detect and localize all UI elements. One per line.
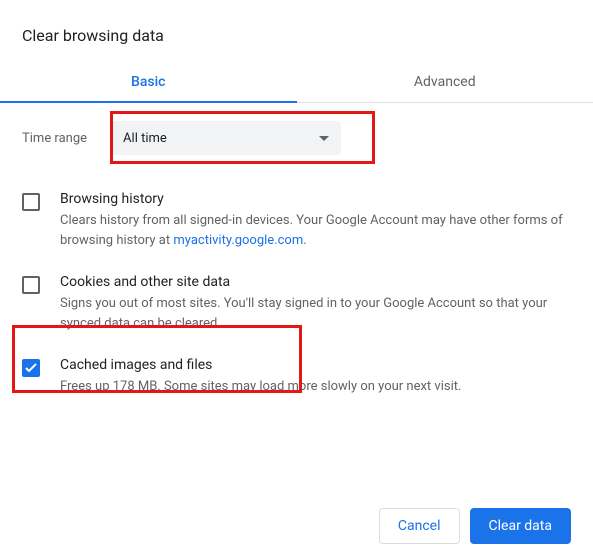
tab-basic[interactable]: Basic: [0, 61, 297, 102]
option-cache: Cached images and files Frees up 178 MB.…: [22, 347, 571, 411]
tab-advanced[interactable]: Advanced: [297, 61, 593, 102]
myactivity-link[interactable]: myactivity.google.com: [173, 233, 303, 248]
time-range-label: Time range: [22, 131, 87, 146]
tabs: Basic Advanced: [0, 61, 593, 103]
checkbox-browsing-history[interactable]: [22, 193, 40, 211]
clear-data-button[interactable]: Clear data: [470, 508, 571, 544]
option-desc: Signs you out of most sites. You'll stay…: [60, 294, 571, 333]
checkbox-cookies[interactable]: [22, 276, 40, 294]
option-cookies: Cookies and other site data Signs you ou…: [22, 264, 571, 347]
option-desc: Clears history from all signed-in device…: [60, 211, 571, 250]
option-title: Cookies and other site data: [60, 274, 571, 290]
dialog-footer: Cancel Clear data: [379, 508, 571, 544]
options-list: Browsing history Clears history from all…: [22, 181, 571, 411]
option-title: Cached images and files: [60, 357, 571, 373]
chevron-down-icon: [319, 131, 329, 146]
time-range-value: All time: [123, 131, 167, 146]
option-browsing-history: Browsing history Clears history from all…: [22, 181, 571, 264]
cancel-button[interactable]: Cancel: [379, 508, 460, 544]
time-range-row: Time range All time: [22, 103, 571, 181]
option-desc: Frees up 178 MB. Some sites may load mor…: [60, 377, 571, 397]
time-range-select[interactable]: All time: [111, 121, 341, 155]
clear-browsing-data-dialog: Clear browsing data Basic Advanced Time …: [0, 0, 593, 560]
dialog-title: Clear browsing data: [0, 0, 593, 61]
checkbox-cache[interactable]: [22, 359, 40, 377]
option-title: Browsing history: [60, 191, 571, 207]
